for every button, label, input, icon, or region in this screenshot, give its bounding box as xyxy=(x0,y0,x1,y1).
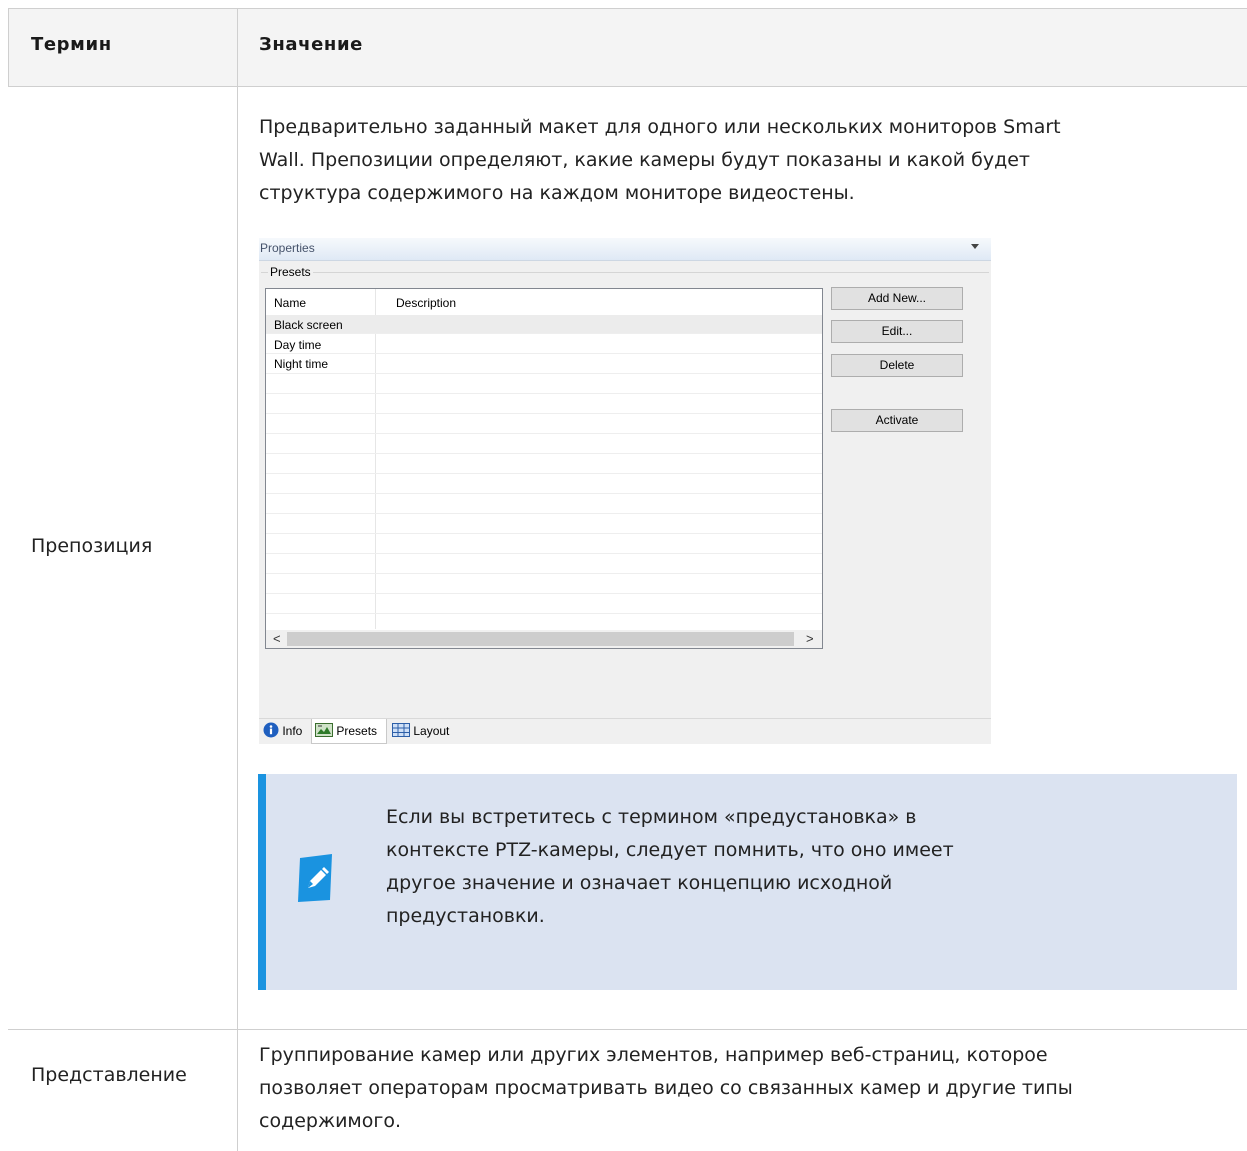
meaning-line: Предварительно заданный макет для одного… xyxy=(259,116,1061,138)
pencil-note-icon xyxy=(298,854,332,902)
table-header-background xyxy=(8,8,1247,86)
tab-presets[interactable]: Presets xyxy=(311,719,387,744)
table-row-divider xyxy=(8,1029,1247,1030)
tab-info[interactable]: Info xyxy=(263,719,302,743)
properties-panel-screenshot: Properties Presets Name Description Blac… xyxy=(259,238,991,744)
note-line: Если вы встретитесь с термином «предуста… xyxy=(386,806,917,828)
note-line: предустановки. xyxy=(386,905,545,927)
meaning-paragraph-preposition: Предварительно заданный макет для одного… xyxy=(259,111,1239,210)
row-separator xyxy=(266,353,822,354)
tab-info-label: Info xyxy=(282,724,303,738)
column-header-term: Термин xyxy=(31,34,112,55)
meaning-line: содержимого. xyxy=(259,1110,402,1132)
tab-presets-label: Presets xyxy=(336,724,378,738)
tab-layout[interactable]: Layout xyxy=(392,719,449,743)
table-border-top xyxy=(8,8,1247,9)
presets-list[interactable]: Name Description Black screen Day time N… xyxy=(265,288,823,649)
note-line: другое значение и означает концепцию исх… xyxy=(386,872,893,894)
list-item-night-time[interactable]: Night time xyxy=(274,357,328,371)
horizontal-scrollbar[interactable]: < > xyxy=(266,630,822,648)
row-separator xyxy=(266,613,822,614)
note-line: контексте PTZ-камеры, следует помнить, ч… xyxy=(386,839,954,861)
column-name[interactable]: Name xyxy=(274,296,306,310)
row-separator xyxy=(266,593,822,594)
meaning-line: Группирование камер или других элементов… xyxy=(259,1044,1048,1066)
add-new-button[interactable]: Add New... xyxy=(831,287,963,310)
meaning-line: Wall. Препозиции определяют, какие камер… xyxy=(259,149,1030,171)
edit-button[interactable]: Edit... xyxy=(831,320,963,343)
meaning-line: структура содержимого на каждом мониторе… xyxy=(259,182,855,204)
scroll-left-icon[interactable]: < xyxy=(273,631,281,646)
term-cell-preposition: Препозиция xyxy=(31,535,153,557)
list-item-black-screen[interactable]: Black screen xyxy=(274,318,343,332)
row-separator xyxy=(266,533,822,534)
column-description[interactable]: Description xyxy=(396,296,456,310)
row-separator xyxy=(266,553,822,554)
table-border-left xyxy=(8,8,9,86)
table-header-divider xyxy=(8,86,1247,87)
column-separator xyxy=(375,289,376,629)
grid-icon xyxy=(392,723,410,737)
note-box: Если вы встретитесь с термином «предуста… xyxy=(258,774,1237,990)
table-column-divider xyxy=(237,8,238,1151)
row-separator xyxy=(266,433,822,434)
term-cell-view: Представление xyxy=(31,1064,187,1086)
row-separator xyxy=(266,333,822,334)
row-separator xyxy=(266,413,822,414)
delete-button[interactable]: Delete xyxy=(831,354,963,377)
row-separator xyxy=(266,513,822,514)
note-text: Если вы встретитесь с термином «предуста… xyxy=(386,801,1086,933)
info-icon xyxy=(263,722,279,738)
meaning-paragraph-view: Группирование камер или других элементов… xyxy=(259,1039,1239,1138)
row-separator xyxy=(266,493,822,494)
properties-title-bar: Properties xyxy=(259,238,991,261)
scroll-right-icon[interactable]: > xyxy=(806,631,814,646)
note-accent-bar xyxy=(258,774,266,990)
properties-title: Properties xyxy=(260,241,315,255)
presets-group-label: Presets xyxy=(268,265,313,279)
row-separator xyxy=(266,453,822,454)
row-separator xyxy=(266,573,822,574)
tab-layout-label: Layout xyxy=(413,724,450,738)
scroll-thumb[interactable] xyxy=(287,632,794,646)
dropdown-caret-icon[interactable] xyxy=(971,244,979,249)
row-separator xyxy=(266,393,822,394)
column-header-meaning: Значение xyxy=(259,34,363,55)
bottom-tab-strip: Info Presets Layout xyxy=(259,718,991,744)
list-item-day-time[interactable]: Day time xyxy=(274,338,321,352)
activate-button[interactable]: Activate xyxy=(831,409,963,432)
row-separator xyxy=(266,373,822,374)
row-separator xyxy=(266,473,822,474)
presets-icon xyxy=(315,723,333,737)
selected-row-highlight xyxy=(266,315,822,333)
meaning-line: позволяет операторам просматривать видео… xyxy=(259,1077,1073,1099)
